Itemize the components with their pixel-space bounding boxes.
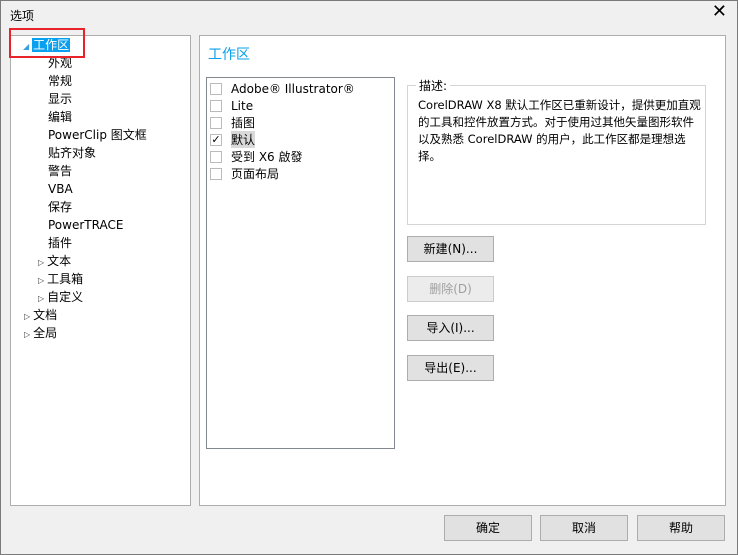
tree-item-label: 保存	[48, 200, 73, 214]
close-icon[interactable]: ✕	[712, 1, 727, 22]
collapsed-arrow-icon[interactable]: ▷	[24, 330, 30, 339]
description-text: CorelDRAW X8 默认工作区已重新设计，提供更加直观的工具和控件放置方式…	[418, 98, 701, 163]
workspace-item[interactable]: Lite	[210, 97, 253, 114]
checkbox[interactable]	[210, 82, 222, 95]
help-button[interactable]: 帮助	[637, 515, 725, 541]
checkbox[interactable]	[210, 167, 222, 180]
tree-item[interactable]: ▷ 文档	[24, 306, 57, 324]
workspace-item[interactable]: Adobe® Illustrator®	[210, 80, 355, 97]
tree-item-label: 常规	[48, 74, 73, 88]
highlight-box	[9, 28, 85, 58]
workspace-label: 受到 X6 啟發	[231, 150, 303, 164]
checkbox[interactable]	[210, 99, 222, 112]
workspace-label: 插图	[231, 116, 256, 130]
workspace-label: Lite	[231, 98, 254, 113]
tree-item[interactable]: ▷ 全局	[24, 324, 57, 342]
workspace-item[interactable]: 插图	[210, 114, 255, 131]
import-button[interactable]: 导入(I)...	[407, 315, 494, 341]
new-button[interactable]: 新建(N)...	[407, 236, 494, 262]
workspace-list[interactable]: Adobe® Illustrator® Lite 插图 ✓ 默认受到 X6 啟發 页面布局	[206, 77, 395, 449]
tree-item[interactable]: ▷ 文本	[38, 252, 71, 270]
checkbox[interactable]	[210, 150, 222, 163]
tree-item-label: 文本	[47, 254, 72, 268]
checkbox[interactable]	[210, 116, 222, 129]
collapsed-arrow-icon[interactable]: ▷	[38, 276, 44, 285]
tree-item-label: 文档	[33, 308, 58, 322]
collapsed-arrow-icon[interactable]: ▷	[24, 312, 30, 321]
tree-item[interactable]: PowerClip 图文框	[48, 126, 147, 144]
tree-item-label: 自定义	[47, 290, 84, 304]
workspace-label: 默认	[231, 131, 256, 148]
description-label: 描述:	[416, 77, 451, 94]
workspace-label: Adobe® Illustrator®	[231, 81, 355, 96]
options-dialog: 选项 ✕ ◢ 工作区 外观 常规 显示 编辑 PowerClip 图文框 贴齐对象 警告 VBA 保…	[0, 0, 738, 555]
tree-item-label: VBA	[48, 182, 73, 196]
collapsed-arrow-icon[interactable]: ▷	[38, 294, 44, 303]
delete-button[interactable]: 删除(D)	[407, 276, 494, 302]
tree-item-label: 贴齐对象	[48, 146, 97, 160]
workspace-item[interactable]: ✓ 默认	[210, 131, 256, 148]
tree-item-label: PowerClip 图文框	[48, 128, 147, 142]
tree-item[interactable]: 警告	[48, 162, 72, 180]
workspace-label: 页面布局	[231, 167, 280, 181]
tree-item-label: 显示	[48, 92, 73, 106]
tree-item[interactable]: 保存	[48, 198, 72, 216]
tree-item[interactable]: PowerTRACE	[48, 216, 123, 234]
dialog-title: 选项	[10, 9, 35, 23]
options-tree[interactable]: ◢ 工作区 外观 常规 显示 编辑 PowerClip 图文框 贴齐对象 警告 VBA 保存 Powe…	[10, 35, 191, 506]
checkbox[interactable]: ✓	[210, 133, 222, 146]
tree-item-label: 全局	[33, 326, 58, 340]
tree-item-label: 工具箱	[47, 272, 84, 286]
workspace-item[interactable]: 页面布局	[210, 165, 279, 182]
workspace-panel: 工作区 Adobe® Illustrator® Lite 插图 ✓ 默认受到 X6 啟發…	[199, 35, 726, 506]
tree-item-label: 插件	[48, 236, 73, 250]
tree-item[interactable]: 编辑	[48, 108, 72, 126]
tree-item[interactable]: VBA	[48, 180, 73, 198]
panel-title: 工作区	[208, 47, 250, 63]
tree-item-label: PowerTRACE	[48, 218, 124, 232]
cancel-button[interactable]: 取消	[540, 515, 628, 541]
tree-item[interactable]: 贴齐对象	[48, 144, 96, 162]
tree-item[interactable]: ▷ 自定义	[38, 288, 83, 306]
export-button[interactable]: 导出(E)...	[407, 355, 494, 381]
tree-item-label: 外观	[48, 56, 73, 70]
tree-item-label: 警告	[48, 164, 73, 178]
tree-item[interactable]: ▷ 工具箱	[38, 270, 83, 288]
collapsed-arrow-icon[interactable]: ▷	[38, 258, 44, 267]
description-group: 描述: CorelDRAW X8 默认工作区已重新设计，提供更加直观的工具和控件…	[407, 77, 706, 225]
tree-item[interactable]: 常规	[48, 72, 72, 90]
tree-item-label: 编辑	[48, 110, 73, 124]
ok-button[interactable]: 确定	[444, 515, 532, 541]
tree-item[interactable]: 插件	[48, 234, 72, 252]
workspace-item[interactable]: 受到 X6 啟發	[210, 148, 303, 165]
tree-item[interactable]: 显示	[48, 90, 72, 108]
